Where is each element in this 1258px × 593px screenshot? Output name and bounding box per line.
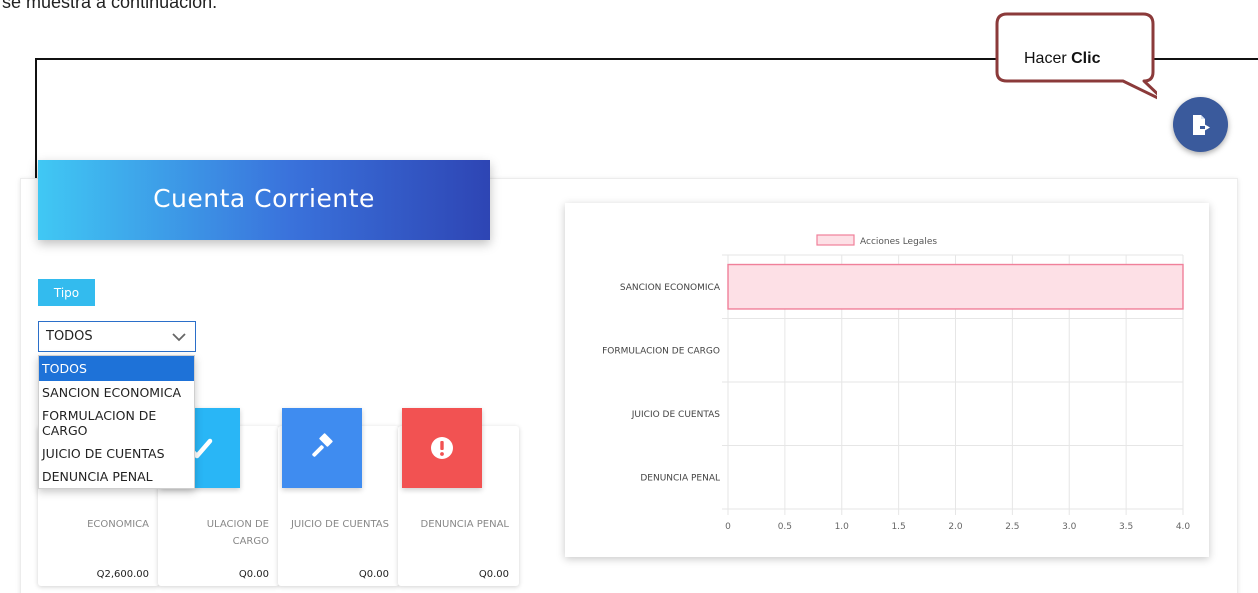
dropdown-option-sancion-economica[interactable]: SANCION ECONOMICA: [39, 381, 194, 404]
header-banner: Cuenta Corriente: [38, 160, 490, 240]
card-amount: Q0.00: [358, 569, 389, 580]
x-tick-label: 0: [725, 522, 731, 532]
bar: [727, 263, 1184, 310]
legal-actions-bar-chart: Acciones Legales 0 0.5 1.0 1.5 2.0 2.5 3.0 3.5 4.…: [602, 234, 1191, 532]
card-name: JUICIO DE CUENTAS: [290, 519, 389, 530]
chevron-down-icon: [172, 332, 186, 341]
legend-swatch: [816, 234, 855, 246]
x-tick-label: 3.5: [1119, 522, 1133, 532]
page-title: Cuenta Corriente: [153, 183, 375, 213]
y-category-label: FORMULACION DE CARGO: [602, 346, 720, 356]
y-category-label: SANCION ECONOMICA: [620, 283, 721, 293]
card-amount: Q2,600.00: [96, 569, 149, 580]
card-name: ECONOMICA: [87, 519, 149, 530]
x-tick-label: 1.5: [891, 522, 905, 532]
chart-card: Acciones Legales 0 0.5 1.0 1.5 2.0 2.5 3.0 3.5 4.…: [565, 203, 1209, 557]
card-icon-tile-denuncia: [402, 408, 482, 488]
card-name: DENUNCIA PENAL: [420, 519, 510, 530]
x-tick-label: 3.0: [1062, 522, 1077, 532]
callout-bold: Clic: [1071, 50, 1101, 67]
exclamation-icon: [431, 437, 453, 459]
dropdown-option-juicio-cuentas[interactable]: JUICIO DE CUENTAS: [39, 442, 194, 465]
type-dropdown-list: TODOS SANCION ECONOMICA FORMULACION DE C…: [38, 355, 195, 489]
dropdown-option-denuncia-penal[interactable]: DENUNCIA PENAL: [39, 465, 194, 488]
click-callout: Hacer Clic: [993, 12, 1157, 110]
dropdown-option-todos[interactable]: TODOS: [39, 356, 194, 381]
type-select-value: TODOS: [46, 329, 93, 344]
card-amount: Q0.00: [478, 569, 509, 580]
y-category-label: JUICIO DE CUENTAS: [631, 410, 721, 420]
card-icon-tile-juicio: [282, 408, 362, 488]
x-tick-label: 0.5: [778, 522, 792, 532]
callout-text: Hacer Clic: [1024, 50, 1100, 68]
x-tick-label: 4.0: [1176, 522, 1191, 532]
type-select[interactable]: TODOS: [38, 321, 196, 352]
document-intro-text: se muestra a continuación.: [2, 0, 218, 12]
card-name: ULACION DE CARGO: [206, 519, 269, 547]
logout-button[interactable]: [1173, 97, 1228, 152]
legend-label: Acciones Legales: [860, 237, 937, 247]
callout-prefix: Hacer: [1024, 50, 1072, 67]
x-tick-label: 1.0: [835, 522, 850, 532]
filter-type-label: Tipo: [38, 279, 95, 306]
y-category-label: DENUNCIA PENAL: [640, 473, 720, 483]
x-tick-label: 2.5: [1005, 522, 1019, 532]
dropdown-option-formulacion-cargo[interactable]: FORMULACION DE CARGO: [39, 404, 194, 442]
x-tick-label: 2.0: [948, 522, 963, 532]
file-export-icon: [1192, 114, 1210, 135]
card-amount: Q0.00: [238, 569, 269, 580]
gavel-icon: [312, 433, 333, 457]
